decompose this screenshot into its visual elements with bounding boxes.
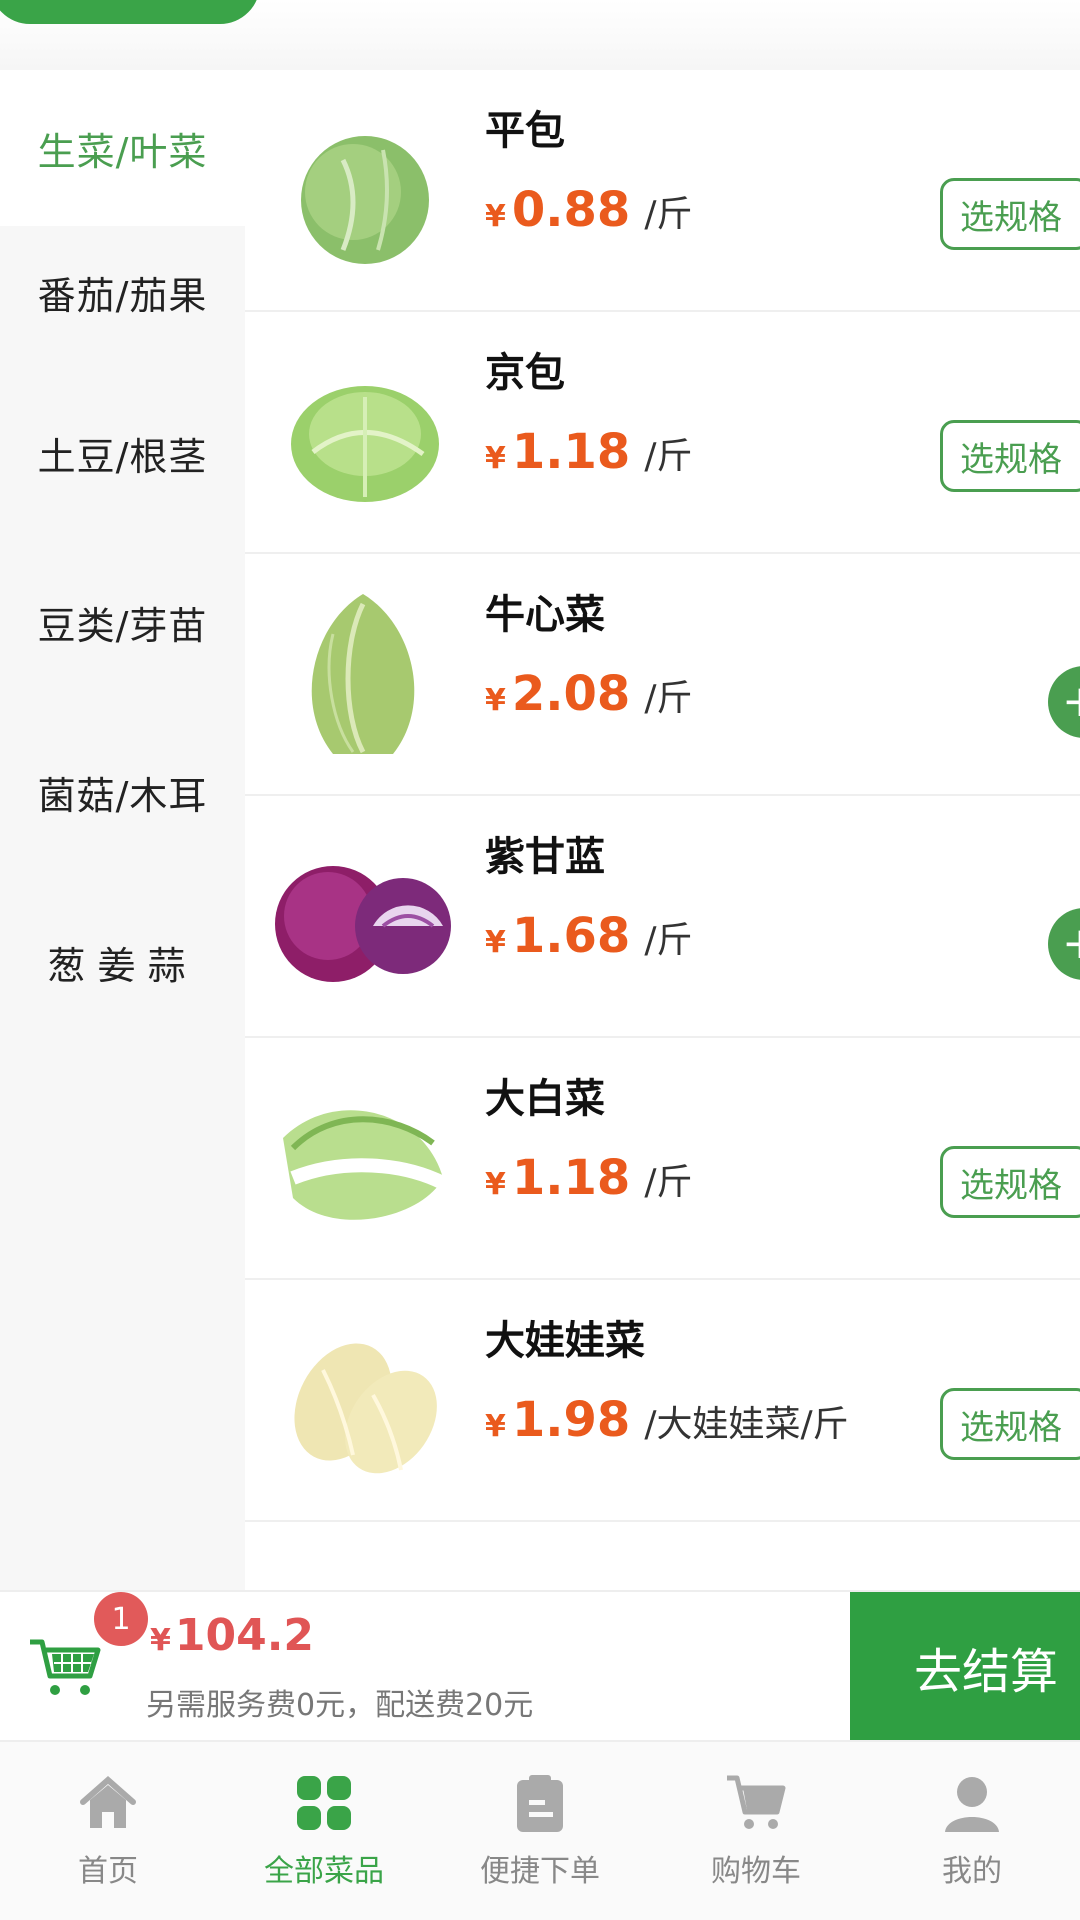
price-unit: /斤 [644,194,693,235]
clipboard-icon [517,1775,563,1832]
product-price: ¥ 2.08 /斤 [485,666,692,722]
product-name: 大白菜 [485,1076,605,1122]
product-name: 紫甘蓝 [485,834,605,880]
product-name: 大娃娃菜 [485,1318,645,1364]
price-unit: /斤 [644,920,693,961]
product-price: ¥ 1.18 /斤 [485,1150,692,1206]
product-item[interactable]: 牛心菜 ¥ 2.08 /斤 + [245,554,1080,796]
product-list[interactable]: 平包 ¥ 0.88 /斤 选规格 京包 ¥ 1.18 /斤 选规格 牛心菜 ¥ … [245,70,1080,1590]
product-name: 京包 [485,350,565,396]
currency-symbol: ¥ [150,1623,171,1658]
tab-quick-order[interactable]: 便捷下单 [432,1742,648,1920]
tab-label: 首页 [78,1854,138,1889]
cart-summary-bar: 1 ¥ 104.2 另需服务费0元，配送费20元 去结算 [0,1590,1080,1742]
tab-label: 全部菜品 [264,1854,384,1889]
product-item[interactable]: 紫甘蓝 ¥ 1.68 /斤 + [245,796,1080,1038]
baby-cabbage-image [294,1343,437,1474]
product-item[interactable]: 平包 ¥ 0.88 /斤 选规格 [245,70,1080,312]
product-item[interactable]: 京包 ¥ 1.18 /斤 选规格 [245,312,1080,554]
product-price: ¥ 0.88 /斤 [485,182,692,238]
tab-mine[interactable]: 我的 [864,1742,1080,1920]
cabbage-image [291,386,439,502]
price-value: 1.18 [511,424,631,480]
category-sidebar: 生菜/叶菜 番茄/茄果 土豆/根茎 豆类/芽苗 菌菇/木耳 葱姜蒜 [0,70,245,1590]
price-value: 0.88 [511,182,631,238]
sidebar-item-tomato[interactable]: 番茄/茄果 [0,214,245,370]
product-item[interactable]: 大白菜 ¥ 1.18 /斤 选规格 [245,1038,1080,1280]
tab-label: 购物车 [711,1854,801,1889]
price-value: 1.98 [511,1392,631,1448]
currency-symbol: ¥ [485,1409,506,1444]
product-price: ¥ 1.68 /斤 [485,908,692,964]
tab-all-dishes[interactable]: 全部菜品 [216,1742,432,1920]
home-icon [80,1776,136,1828]
tab-home[interactable]: 首页 [0,1742,216,1920]
sidebar-item-mushroom[interactable]: 菌菇/木耳 [0,714,245,870]
cart-total-value: 104.2 [174,1610,315,1661]
product-price: ¥ 1.18 /斤 [485,424,692,480]
product-item[interactable]: 大娃娃菜 ¥ 1.98 /大娃娃菜/斤 选规格 [245,1280,1080,1522]
price-value: 1.68 [511,908,631,964]
select-spec-button[interactable]: 选规格 [940,1146,1080,1218]
price-unit: /斤 [644,1162,693,1203]
select-spec-button[interactable]: 选规格 [940,178,1080,250]
currency-symbol: ¥ [485,1167,506,1202]
add-to-cart-button[interactable]: + [1048,908,1080,980]
price-value: 1.18 [511,1150,631,1206]
cart-icon [727,1775,786,1829]
sidebar-item-leafy[interactable]: 生菜/叶菜 [0,70,245,226]
sidebar-item-potato[interactable]: 土豆/根茎 [0,375,245,531]
price-value: 2.08 [511,666,631,722]
napa-cabbage-image [283,1110,447,1220]
sidebar-item-onion[interactable]: 葱姜蒜 [0,884,245,1040]
currency-symbol: ¥ [485,199,506,234]
price-unit: /大娃娃菜/斤 [644,1404,849,1445]
product-name: 牛心菜 [485,592,605,638]
cart-total: ¥ 104.2 [150,1610,314,1661]
grid-icon [297,1776,351,1830]
select-spec-button[interactable]: 选规格 [940,420,1080,492]
user-icon [945,1777,999,1832]
top-green-tab[interactable] [0,0,260,24]
price-unit: /斤 [644,436,693,477]
page: 生菜/叶菜 番茄/茄果 土豆/根茎 豆类/芽苗 菌菇/木耳 葱姜蒜 平包 ¥ 0… [0,0,1080,1920]
select-spec-button[interactable]: 选规格 [940,1388,1080,1460]
currency-symbol: ¥ [485,925,506,960]
checkout-button[interactable]: 去结算 [850,1592,1080,1742]
tab-label: 我的 [942,1854,1002,1889]
bottom-tab-bar: 首页 全部菜品 便捷下单 购物车 我的 [0,1740,1080,1920]
add-to-cart-button[interactable]: + [1048,666,1080,738]
red-cabbage-image [275,866,451,982]
tab-label: 便捷下单 [480,1854,600,1889]
pointed-cabbage-image [311,594,415,754]
product-name: 平包 [485,108,565,154]
tab-cart[interactable]: 购物车 [648,1742,864,1920]
price-unit: /斤 [644,678,693,719]
cart-icon[interactable] [28,1636,102,1698]
product-price: ¥ 1.98 /大娃娃菜/斤 [485,1392,849,1448]
cart-count-badge: 1 [94,1592,148,1646]
cabbage-image [301,136,429,264]
currency-symbol: ¥ [485,441,506,476]
fee-note: 另需服务费0元，配送费20元 [146,1688,534,1723]
currency-symbol: ¥ [485,683,506,718]
sidebar-item-beans[interactable]: 豆类/芽苗 [0,544,245,700]
